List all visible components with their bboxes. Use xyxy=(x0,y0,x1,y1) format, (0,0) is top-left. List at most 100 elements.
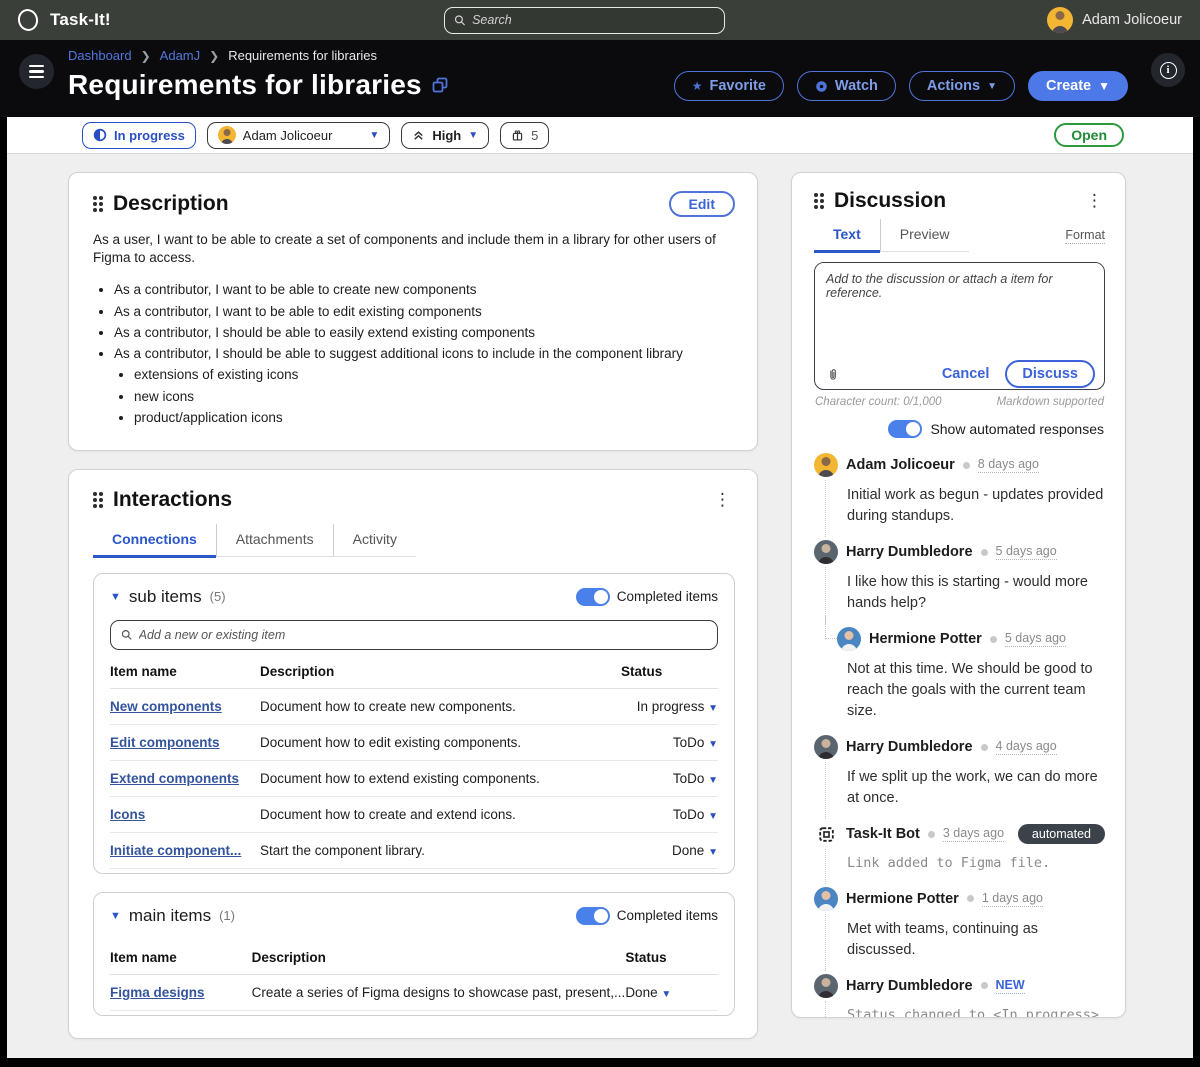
main-items-title: main items xyxy=(129,906,211,926)
interactions-title: Interactions xyxy=(113,488,232,512)
completed-items-toggle[interactable] xyxy=(576,907,610,925)
search-input[interactable] xyxy=(472,13,715,27)
dot-icon xyxy=(967,895,974,902)
create-button[interactable]: Create ▼ xyxy=(1028,71,1128,101)
kebab-menu-icon[interactable]: ⋮ xyxy=(710,490,735,510)
chevron-right-icon: ❯ xyxy=(141,49,151,63)
tab-connections[interactable]: Connections xyxy=(93,524,216,558)
item-link[interactable]: Figma designs xyxy=(110,985,205,1000)
description-sub-bullet: product/application icons xyxy=(134,409,735,427)
drag-handle-icon[interactable] xyxy=(93,492,97,496)
message: Harry Dumbledore 4 days ago If we split … xyxy=(814,732,1105,819)
completed-items-toggle[interactable] xyxy=(576,588,610,606)
chevron-down-icon: ▼ xyxy=(708,775,718,786)
add-item-input[interactable] xyxy=(139,628,707,642)
completed-items-label: Completed items xyxy=(617,589,718,604)
description-bullet: As a contributor, I should be able to su… xyxy=(114,345,735,427)
cancel-button[interactable]: Cancel xyxy=(942,366,990,382)
table-row: Initiate component... Start the componen… xyxy=(110,832,718,868)
main-items-count: (1) xyxy=(219,908,235,923)
avatar xyxy=(837,627,861,651)
comment-composer: Cancel Discuss xyxy=(814,262,1105,390)
breadcrumb: Dashboard ❯ AdamJ ❯ Requirements for lib… xyxy=(68,48,448,63)
points-chip[interactable]: 5 xyxy=(500,122,549,149)
status-bar: In progress Adam Jolicoeur ▼ High ▼ 5 Op… xyxy=(7,117,1193,154)
app-logo-icon xyxy=(16,7,41,33)
user-avatar xyxy=(1047,7,1073,33)
actions-button[interactable]: Actions ▼ xyxy=(909,71,1015,101)
automated-responses-toggle[interactable] xyxy=(888,420,922,438)
status-chip[interactable]: In progress xyxy=(82,122,196,149)
dot-icon xyxy=(981,744,988,751)
discuss-button[interactable]: Discuss xyxy=(1005,360,1095,388)
menu-button[interactable] xyxy=(19,54,54,89)
item-link[interactable]: New components xyxy=(110,699,222,714)
favorite-button[interactable]: ★ Favorite xyxy=(674,71,784,101)
description-sub-bullet: new icons xyxy=(134,388,735,406)
description-intro: As a user, I want to be able to create a… xyxy=(93,231,735,267)
cpu-icon xyxy=(816,824,837,845)
priority-dropdown[interactable]: High ▼ xyxy=(401,122,489,149)
breadcrumb-dashboard[interactable]: Dashboard xyxy=(68,48,132,63)
table-row: Icons Document how to create and extend … xyxy=(110,796,718,832)
avatar xyxy=(814,735,838,759)
chevron-down-icon: ▼ xyxy=(661,989,671,1000)
format-link[interactable]: Format xyxy=(1065,228,1105,244)
status-dropdown[interactable]: Done ▼ xyxy=(625,974,718,1010)
paperclip-icon xyxy=(826,367,840,382)
assignee-dropdown[interactable]: Adam Jolicoeur ▼ xyxy=(207,122,391,149)
info-button[interactable]: i xyxy=(1151,53,1185,87)
tab-preview[interactable]: Preview xyxy=(880,219,969,251)
in-progress-icon xyxy=(93,128,107,142)
add-item-search[interactable] xyxy=(110,620,718,650)
discussion-card: Discussion ⋮ Text Preview Format xyxy=(791,172,1126,1018)
tab-text[interactable]: Text xyxy=(814,219,880,253)
dot-icon xyxy=(928,831,935,838)
collapse-icon[interactable]: ▼ xyxy=(110,910,121,922)
kebab-menu-icon[interactable]: ⋮ xyxy=(1082,191,1107,211)
chevron-down-icon: ▼ xyxy=(708,703,718,714)
status-dropdown[interactable]: In progress ▼ xyxy=(621,688,718,724)
status-dropdown[interactable]: Done ▼ xyxy=(621,832,718,868)
chevron-down-icon: ▼ xyxy=(369,130,379,141)
tab-attachments[interactable]: Attachments xyxy=(216,524,333,556)
description-list: As a contributor, I want to be able to c… xyxy=(93,281,735,427)
message-reply: Hermione Potter 5 days ago Not at this t… xyxy=(837,624,1105,732)
user-menu[interactable]: Adam Jolicoeur xyxy=(1047,7,1182,33)
avatar xyxy=(814,453,838,477)
attach-button[interactable] xyxy=(826,367,840,382)
top-bar: Task-It! Adam Jolicoeur xyxy=(0,0,1200,40)
edit-description-button[interactable]: Edit xyxy=(669,191,735,217)
description-card: Description Edit As a user, I want to be… xyxy=(68,172,758,451)
copy-title-icon[interactable] xyxy=(432,77,448,93)
message: Harry Dumbledore NEW Status changed to <… xyxy=(814,971,1105,1017)
breadcrumb-user[interactable]: AdamJ xyxy=(160,48,200,63)
status-dropdown[interactable]: ToDo ▼ xyxy=(621,760,718,796)
message-automated: Task-It Bot 3 days ago automated Link ad… xyxy=(814,819,1105,884)
tab-activity[interactable]: Activity xyxy=(333,524,416,556)
automated-responses-label: Show automated responses xyxy=(930,421,1104,437)
discussion-messages: Adam Jolicoeur 8 days ago Initial work a… xyxy=(792,448,1125,1017)
status-dropdown[interactable]: ToDo ▼ xyxy=(621,724,718,760)
item-link[interactable]: Extend components xyxy=(110,771,239,786)
item-link[interactable]: Icons xyxy=(110,807,145,822)
chevron-down-icon: ▼ xyxy=(708,739,718,750)
main-items-section: ▼ main items (1) Completed items Item na… xyxy=(93,892,735,1016)
page-title: Requirements for libraries xyxy=(68,69,422,101)
item-link[interactable]: Initiate component... xyxy=(110,843,241,858)
chevron-down-icon: ▼ xyxy=(708,811,718,822)
col-item-name: Item name xyxy=(110,940,252,975)
avatar xyxy=(814,887,838,911)
status-dropdown[interactable]: ToDo ▼ xyxy=(621,796,718,832)
comment-input[interactable] xyxy=(815,263,1104,351)
drag-handle-icon[interactable] xyxy=(93,196,97,200)
global-search[interactable] xyxy=(444,7,725,34)
avatar xyxy=(814,540,838,564)
collapse-icon[interactable]: ▼ xyxy=(110,591,121,603)
breadcrumb-current: Requirements for libraries xyxy=(228,48,377,63)
col-status: Status xyxy=(625,940,718,975)
drag-handle-icon[interactable] xyxy=(814,193,818,197)
chevron-down-icon: ▼ xyxy=(987,81,997,92)
item-link[interactable]: Edit components xyxy=(110,735,220,750)
watch-button[interactable]: Watch xyxy=(797,71,896,101)
